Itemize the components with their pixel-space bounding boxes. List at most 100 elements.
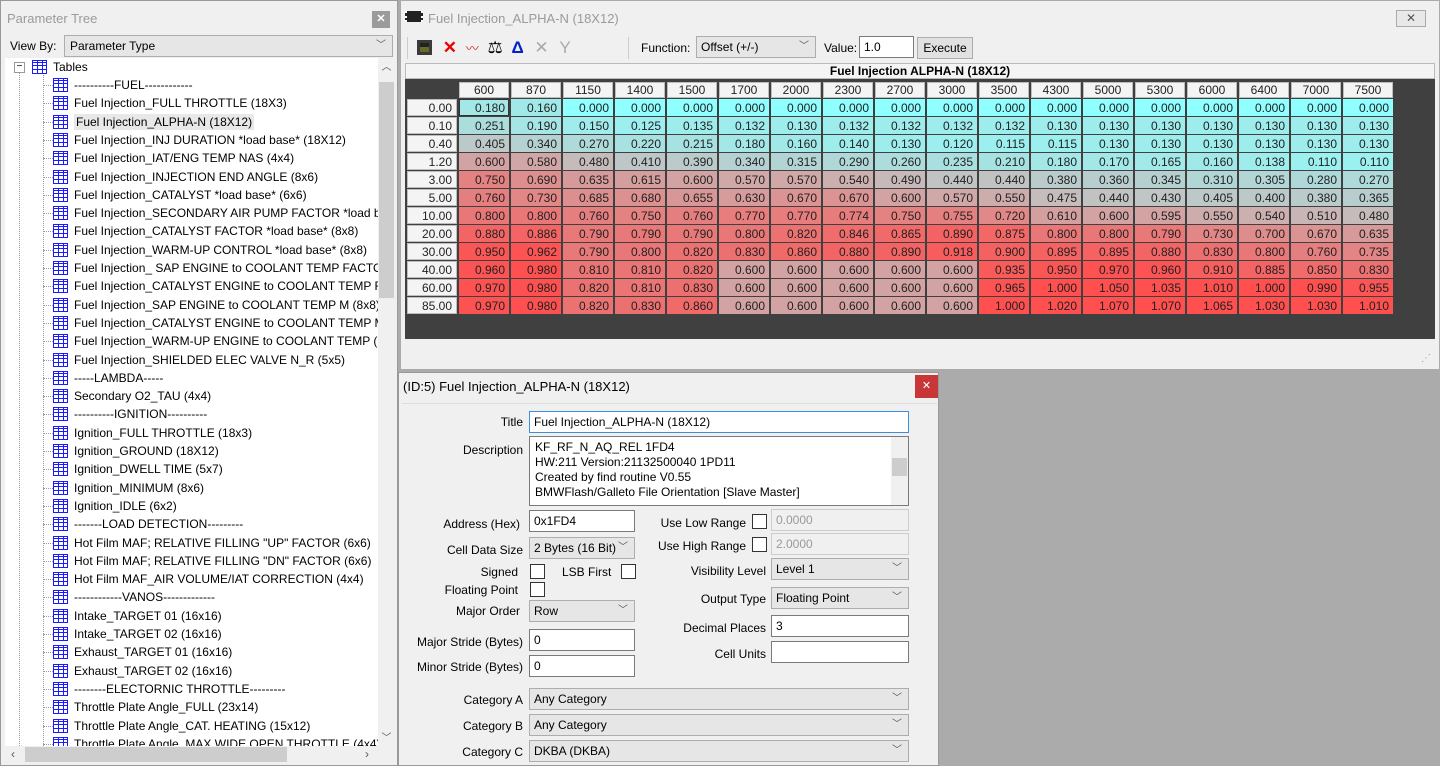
table-cell[interactable]: 0.540 bbox=[823, 171, 873, 188]
table-cell[interactable]: 0.235 bbox=[927, 153, 977, 170]
table-cell[interactable]: 0.635 bbox=[1343, 225, 1393, 242]
table-cell[interactable]: 0.800 bbox=[1083, 225, 1133, 242]
column-header[interactable]: 7500 bbox=[1343, 82, 1393, 98]
table-cell[interactable]: 0.135 bbox=[667, 117, 717, 134]
table-grid[interactable]: Fuel Injection ALPHA-N (18X12) 600 870 115… bbox=[405, 63, 1435, 339]
tree-item[interactable]: Ignition_DWELL TIME (5x7) bbox=[53, 460, 223, 478]
table-cell[interactable]: 0.130 bbox=[875, 135, 925, 152]
table-cell[interactable]: 0.600 bbox=[1083, 207, 1133, 224]
low-range-input[interactable]: 0.0000 bbox=[771, 509, 909, 531]
table-cell[interactable]: 0.310 bbox=[1187, 171, 1237, 188]
tree-item[interactable]: Intake_TARGET 01 (16x16) bbox=[53, 607, 222, 625]
table-cell[interactable]: 0.132 bbox=[875, 117, 925, 134]
row-header[interactable]: 0.10 bbox=[407, 117, 457, 134]
table-cell[interactable]: 0.755 bbox=[927, 207, 977, 224]
table-cell[interactable]: 0.800 bbox=[511, 207, 561, 224]
column-header[interactable]: 1400 bbox=[615, 82, 665, 98]
scroll-down-icon[interactable]: ﹀ bbox=[378, 729, 395, 744]
table-cell[interactable]: 0.305 bbox=[1239, 171, 1289, 188]
table-cell[interactable]: 0.000 bbox=[823, 99, 873, 116]
column-header[interactable]: 6400 bbox=[1239, 82, 1289, 98]
table-cell[interactable]: 0.180 bbox=[719, 135, 769, 152]
collapse-icon[interactable]: − bbox=[14, 62, 25, 73]
table-cell[interactable]: 0.760 bbox=[459, 189, 509, 206]
table-cell[interactable]: 0.000 bbox=[563, 99, 613, 116]
table-cell[interactable]: 0.270 bbox=[1343, 171, 1393, 188]
table-cell[interactable]: 0.000 bbox=[1239, 99, 1289, 116]
table-cell[interactable]: 0.180 bbox=[1031, 153, 1081, 170]
table-cell[interactable]: 0.820 bbox=[563, 297, 613, 314]
tree-item[interactable]: Fuel Injection_CATALYST ENGINE to COOLAN… bbox=[53, 277, 382, 295]
table-cell[interactable]: 0.955 bbox=[1343, 279, 1393, 296]
table-cell[interactable]: 0.220 bbox=[615, 135, 665, 152]
table-cell[interactable]: 0.280 bbox=[1291, 171, 1341, 188]
table-cell[interactable]: 0.960 bbox=[459, 261, 509, 278]
table-cell[interactable]: 0.000 bbox=[667, 99, 717, 116]
close-icon[interactable]: ✕ bbox=[915, 375, 938, 398]
table-cell[interactable]: 0.130 bbox=[1239, 117, 1289, 134]
floating-point-checkbox[interactable] bbox=[530, 582, 545, 597]
major-order-select[interactable]: Row ﹀ bbox=[529, 600, 635, 622]
table-cell[interactable]: 0.600 bbox=[823, 297, 873, 314]
table-cell[interactable]: 0.110 bbox=[1291, 153, 1341, 170]
close-icon[interactable]: ✕ bbox=[1396, 10, 1426, 27]
tree-item[interactable]: Fuel Injection_ALPHA-N (18X12) bbox=[53, 113, 255, 131]
table-cell[interactable]: 0.570 bbox=[771, 171, 821, 188]
table-cell[interactable]: 0.750 bbox=[459, 171, 509, 188]
table-cell[interactable]: 0.410 bbox=[615, 153, 665, 170]
row-header[interactable]: 3.00 bbox=[407, 171, 457, 188]
table-cell[interactable]: 0.690 bbox=[511, 171, 561, 188]
tree-item[interactable]: Fuel Injection_WARM-UP ENGINE to COOLANT… bbox=[53, 332, 377, 350]
tree-item[interactable]: Fuel Injection_SECONDARY AIR PUMP FACTOR… bbox=[53, 204, 395, 222]
table-cell[interactable]: 0.820 bbox=[667, 243, 717, 260]
tree-root[interactable]: Tables bbox=[32, 58, 88, 76]
table-cell[interactable]: 0.685 bbox=[563, 189, 613, 206]
table-cell[interactable]: 0.965 bbox=[979, 279, 1029, 296]
column-header[interactable]: 2300 bbox=[823, 82, 873, 98]
table-cell[interactable]: 0.390 bbox=[667, 153, 717, 170]
value-input[interactable]: 1.0 bbox=[859, 36, 914, 58]
table-cell[interactable]: 0.190 bbox=[511, 117, 561, 134]
row-header[interactable]: 0.00 bbox=[407, 99, 457, 116]
column-header[interactable]: 600 bbox=[459, 82, 509, 98]
table-cell[interactable]: 0.440 bbox=[927, 171, 977, 188]
scrollbar-thumb[interactable] bbox=[25, 747, 287, 762]
tree-item[interactable]: Ignition_GROUND (18X12) bbox=[53, 442, 219, 460]
row-header[interactable]: 1.20 bbox=[407, 153, 457, 170]
table-cell[interactable]: 0.760 bbox=[563, 207, 613, 224]
table-cell[interactable]: 0.480 bbox=[1343, 207, 1393, 224]
table-cell[interactable]: 0.950 bbox=[1031, 261, 1081, 278]
table-cell[interactable]: 0.600 bbox=[875, 297, 925, 314]
column-header[interactable]: 3500 bbox=[979, 82, 1029, 98]
table-cell[interactable]: 0.700 bbox=[1239, 225, 1289, 242]
table-cell[interactable]: 0.790 bbox=[667, 225, 717, 242]
column-header[interactable]: 4300 bbox=[1031, 82, 1081, 98]
table-cell[interactable]: 0.600 bbox=[771, 297, 821, 314]
cell-size-select[interactable]: 2 Bytes (16 Bit) ﹀ bbox=[529, 537, 635, 559]
column-header[interactable]: 1700 bbox=[719, 82, 769, 98]
table-cell[interactable]: 0.000 bbox=[875, 99, 925, 116]
table-cell[interactable]: 0.130 bbox=[1239, 135, 1289, 152]
table-cell[interactable]: 0.475 bbox=[1031, 189, 1081, 206]
table-cell[interactable]: 0.340 bbox=[511, 135, 561, 152]
table-cell[interactable]: 0.138 bbox=[1239, 153, 1289, 170]
high-range-input[interactable]: 2.0000 bbox=[771, 533, 909, 555]
table-cell[interactable]: 0.600 bbox=[927, 297, 977, 314]
tree-item[interactable]: Fuel Injection_CATALYST ENGINE to COOLAN… bbox=[53, 314, 385, 332]
table-cell[interactable]: 0.120 bbox=[927, 135, 977, 152]
table-cell[interactable]: 0.130 bbox=[771, 117, 821, 134]
table-cell[interactable]: 0.830 bbox=[1343, 261, 1393, 278]
table-cell[interactable]: 0.130 bbox=[1187, 117, 1237, 134]
table-cell[interactable]: 0.600 bbox=[823, 261, 873, 278]
table-cell[interactable]: 1.020 bbox=[1031, 297, 1081, 314]
table-cell[interactable]: 0.000 bbox=[719, 99, 769, 116]
description-textarea[interactable]: KF_RF_N_AQ_REL 1FD4 HW:211 Version:21132… bbox=[529, 436, 909, 506]
table-cell[interactable]: 0.600 bbox=[927, 279, 977, 296]
table-cell[interactable]: 0.125 bbox=[615, 117, 665, 134]
table-cell[interactable]: 0.810 bbox=[615, 279, 665, 296]
table-cell[interactable]: 0.820 bbox=[667, 261, 717, 278]
table-cell[interactable]: 0.600 bbox=[875, 189, 925, 206]
table-cell[interactable]: 0.670 bbox=[771, 189, 821, 206]
column-header[interactable]: 5000 bbox=[1083, 82, 1133, 98]
table-cell[interactable]: 1.050 bbox=[1083, 279, 1133, 296]
